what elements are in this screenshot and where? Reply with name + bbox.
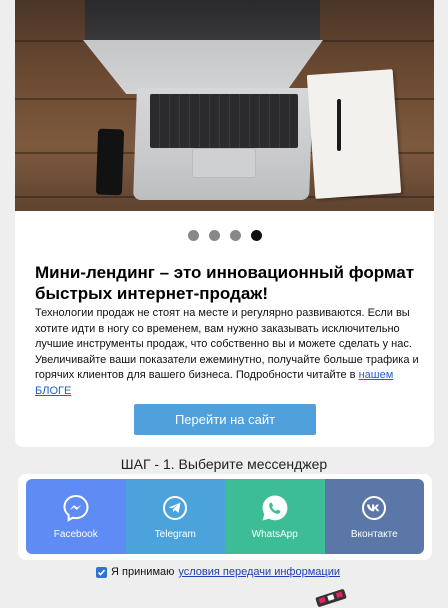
brand-logo-icon — [315, 589, 347, 607]
telegram-icon — [163, 496, 188, 520]
whatsapp-button[interactable]: WhatsApp — [225, 479, 325, 554]
consent-checkbox[interactable] — [96, 566, 107, 578]
promo-title: Мини-лендинг – это инновационный формат … — [35, 263, 415, 303]
carousel-dots — [15, 230, 434, 241]
facebook-button[interactable]: Facebook — [26, 479, 126, 554]
notebook-icon — [306, 69, 402, 199]
carousel-dot-4[interactable] — [250, 230, 262, 241]
messenger-selector: Facebook Telegram WhatsApp Вконтакте — [18, 474, 432, 560]
consent-terms-link[interactable]: условия передачи информации — [178, 566, 340, 578]
carousel-dot-2[interactable] — [208, 230, 220, 241]
carousel-dot-1[interactable] — [187, 230, 199, 241]
promo-description: Технологии продаж не стоят на месте и ре… — [35, 306, 430, 399]
carousel-dot-3[interactable] — [229, 230, 241, 241]
whatsapp-icon — [262, 495, 288, 521]
go-to-site-button[interactable]: Перейти на сайт — [134, 404, 316, 435]
step-label: ШАГ - 1. Выберите мессенджер — [120, 456, 328, 472]
vk-icon — [362, 496, 387, 520]
telegram-button[interactable]: Telegram — [125, 479, 225, 554]
consent-text: Я принимаю — [111, 566, 175, 578]
phone-icon — [95, 128, 125, 196]
promo-card: Мини-лендинг – это инновационный формат … — [15, 0, 434, 447]
vk-label: Вконтакте — [350, 529, 398, 540]
telegram-label: Telegram — [154, 529, 196, 540]
consent-row: Я принимаю условия передачи информации — [96, 566, 340, 578]
hero-image — [15, 0, 434, 211]
messenger-icon — [63, 494, 89, 522]
check-icon — [97, 569, 106, 576]
vk-button[interactable]: Вконтакте — [324, 479, 424, 554]
whatsapp-label: WhatsApp — [251, 529, 298, 540]
facebook-label: Facebook — [53, 529, 98, 540]
